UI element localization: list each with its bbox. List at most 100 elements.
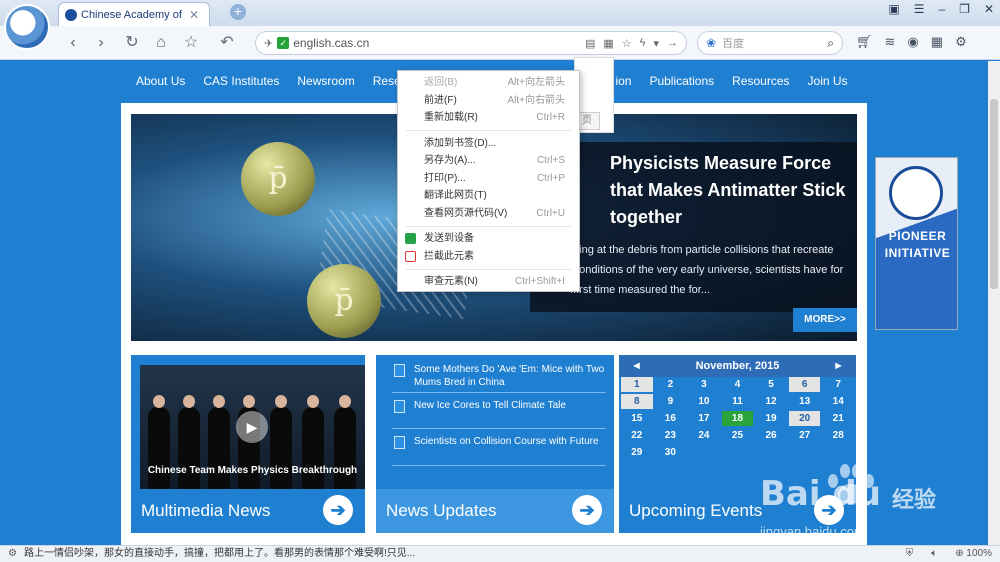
more-button[interactable]: MORE>>	[793, 308, 857, 332]
events-title[interactable]: Upcoming Events	[629, 501, 762, 521]
scrollbar[interactable]	[988, 61, 1000, 545]
home-icon[interactable]: ⌂	[150, 32, 172, 54]
wifi-icon[interactable]: ≋	[885, 34, 896, 50]
minimize-icon[interactable]: ‒	[938, 2, 945, 16]
search-input[interactable]: 百度	[722, 35, 827, 51]
calendar-day[interactable]: 25	[722, 428, 754, 443]
reload-icon[interactable]: ↻	[121, 32, 143, 54]
calendar-day[interactable]: 19	[755, 411, 787, 426]
calendar-day[interactable]: 13	[789, 394, 821, 409]
calendar-day[interactable]: 17	[688, 411, 720, 426]
calendar-day[interactable]: 28	[822, 428, 854, 443]
play-icon[interactable]: ▶	[236, 411, 268, 443]
calendar-day[interactable]: 11	[722, 394, 754, 409]
calendar-day[interactable]: 6	[788, 377, 821, 392]
nav-publications[interactable]: Publications	[649, 74, 714, 88]
calendar-day[interactable]: 15	[621, 411, 653, 426]
baidu-paw-icon[interactable]: ❀	[706, 36, 716, 50]
calendar-day[interactable]: 7	[822, 377, 854, 392]
menu-item-print[interactable]: 打印(P)... Ctrl+P	[398, 170, 579, 187]
close-window-icon[interactable]: ✕	[984, 2, 994, 16]
go-arrow-icon[interactable]: →	[667, 37, 678, 50]
bookmark-star-icon[interactable]: ☆	[622, 37, 632, 50]
shield-icon[interactable]: ⛨	[906, 546, 914, 562]
menu-item-translate[interactable]: 翻译此网页(T)	[398, 187, 579, 204]
reader-icon[interactable]: ▤	[585, 37, 595, 50]
close-tab-icon[interactable]: ✕	[189, 8, 199, 22]
news-arrow-icon[interactable]: ➔	[572, 495, 602, 525]
gear-icon[interactable]: ⚙	[8, 546, 17, 562]
calendar-day[interactable]: 29	[621, 445, 653, 460]
nav-about-us[interactable]: About Us	[136, 74, 185, 88]
multimedia-arrow-icon[interactable]: ➔	[323, 495, 353, 525]
maximize-icon[interactable]: ❐	[959, 2, 970, 16]
settings-icon[interactable]: ⚙	[955, 34, 967, 50]
calendar-day[interactable]: 1	[621, 377, 653, 392]
calendar-day-today[interactable]: 18	[721, 411, 754, 426]
calendar-day[interactable]: 10	[688, 394, 720, 409]
pioneer-initiative-banner[interactable]: PIONEER INITIATIVE	[875, 157, 958, 330]
calendar-day[interactable]: 2	[655, 377, 687, 392]
calendar-day[interactable]: 21	[822, 411, 854, 426]
nav-resources[interactable]: Resources	[732, 74, 789, 88]
nav-newsroom[interactable]: Newsroom	[297, 74, 354, 88]
multimedia-photo[interactable]: ▶ Chinese Team Makes Physics Breakthroug…	[140, 365, 365, 489]
calendar-day[interactable]: 22	[621, 428, 653, 443]
menu-item-forward[interactable]: 前进(F) Alt+向右箭头	[398, 92, 579, 109]
cart-icon[interactable]: 🛒︎	[856, 34, 873, 50]
multimedia-news-card[interactable]: ▶ Chinese Team Makes Physics Breakthroug…	[131, 355, 365, 533]
calendar-day[interactable]: 27	[789, 428, 821, 443]
status-news-ticker[interactable]: 路上一情侣吵架，那女的直接动手，搞撞，把都用上了。看那男的表情那个难受啊!只见.…	[24, 546, 415, 562]
new-tab-button[interactable]: +	[230, 4, 246, 20]
calendar-day[interactable]: 9	[655, 394, 687, 409]
prev-month-icon[interactable]: ◄	[631, 355, 642, 377]
next-month-icon[interactable]: ►	[833, 355, 844, 377]
calendar-day[interactable]: 23	[655, 428, 687, 443]
events-arrow-icon[interactable]: ➔	[814, 495, 844, 525]
menu-item-block-element[interactable]: 拦截此元素	[398, 248, 579, 265]
apps-icon[interactable]: ▦	[931, 34, 943, 50]
news-item[interactable]: Scientists on Collision Course with Futu…	[392, 435, 606, 449]
qr-icon[interactable]: ▦	[603, 37, 613, 50]
dropdown-icon[interactable]: ▾	[653, 37, 659, 50]
calendar-day[interactable]: 12	[755, 394, 787, 409]
calendar-day[interactable]: 16	[655, 411, 687, 426]
calendar-day[interactable]: 24	[688, 428, 720, 443]
news-item[interactable]: Some Mothers Do 'Ave 'Em: Mice with Two …	[392, 363, 606, 389]
nav-join-us[interactable]: Join Us	[808, 74, 848, 88]
forward-icon[interactable]: ›	[90, 32, 112, 54]
menu-item-back[interactable]: 返回(B) Alt+向左箭头	[398, 74, 579, 91]
back-icon[interactable]: ‹	[62, 32, 84, 54]
calendar-day[interactable]: 5	[755, 377, 787, 392]
search-box[interactable]: ❀ 百度 ⌕	[697, 31, 843, 55]
undo-close-icon[interactable]: ↶	[216, 32, 238, 54]
browser-tab[interactable]: Chinese Academy of Sci ✕	[58, 2, 210, 26]
calendar-day[interactable]: 3	[688, 377, 720, 392]
address-bar[interactable]: ✈ ✓ english.cas.cn ▤ ▦ ☆ ϟ ▾ →	[255, 31, 687, 55]
calendar-day[interactable]: 20	[788, 411, 821, 426]
menu-item-bookmark[interactable]: 添加到书签(D)...	[398, 135, 579, 152]
menu-item-save-as[interactable]: 另存为(A)... Ctrl+S	[398, 152, 579, 169]
calendar-day[interactable]: 30	[655, 445, 687, 460]
calendar-day[interactable]: 8	[621, 394, 653, 409]
multimedia-title[interactable]: Multimedia News	[141, 501, 270, 521]
news-item[interactable]: New Ice Cores to Tell Climate Tale	[392, 399, 606, 413]
menu-icon[interactable]: ☰	[914, 2, 925, 16]
news-title[interactable]: News Updates	[386, 501, 497, 521]
robot-icon[interactable]: ◉	[907, 34, 918, 50]
search-icon[interactable]: ⌕	[827, 36, 834, 51]
hero-title[interactable]: Physicists Measure Force that Makes Anti…	[610, 150, 860, 231]
nav-cas-institutes[interactable]: CAS Institutes	[203, 74, 279, 88]
menu-item-send-to-device[interactable]: 发送到设备	[398, 230, 579, 247]
menu-item-view-source[interactable]: 查看网页源代码(V) Ctrl+U	[398, 205, 579, 222]
speed-icon[interactable]: ϟ	[640, 37, 646, 50]
nav-cooperation[interactable]: ion	[615, 74, 631, 88]
skin-icon[interactable]: ▣	[888, 2, 899, 16]
volume-icon[interactable]: 🔈︎	[931, 546, 937, 562]
favorite-star-icon[interactable]: ☆	[180, 32, 202, 54]
browser-logo-icon[interactable]	[4, 4, 50, 50]
url-text[interactable]: english.cas.cn	[293, 36, 585, 50]
menu-item-reload[interactable]: 重新加载(R) Ctrl+R	[398, 109, 579, 126]
calendar-day[interactable]: 14	[822, 394, 854, 409]
zoom-control[interactable]: ⊕ 100%	[955, 546, 992, 562]
